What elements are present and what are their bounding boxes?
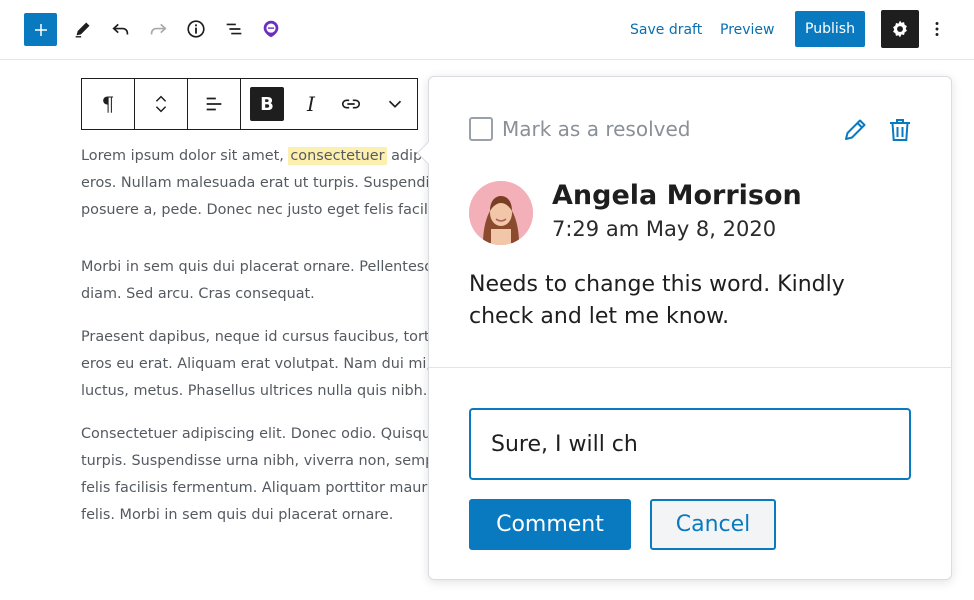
pencil-icon [845,119,866,140]
align-left-icon [206,97,222,111]
resolve-label[interactable]: Mark as a resolved [502,117,690,141]
move-up-down-icon [155,95,167,113]
tools-button[interactable] [68,14,98,44]
delete-comment-button[interactable] [885,115,915,145]
details-button[interactable] [181,14,211,44]
link-button[interactable] [329,79,373,129]
align-button[interactable] [188,79,240,129]
reply-input[interactable] [469,408,911,480]
alignment-group [188,79,241,129]
preview-button[interactable]: Preview [720,18,775,42]
comment-timestamp: 7:29 am May 8, 2020 [552,217,777,241]
chevron-down-icon [388,100,402,108]
resolve-checkbox[interactable] [469,117,493,141]
publish-button[interactable]: Publish [795,11,865,47]
resolve-row: Mark as a resolved [469,117,690,141]
formatting-group: B I [241,79,417,129]
comment-popover: Mark as a resolved Angela Morrison 7:29 … [416,76,952,580]
block-type-group: ¶ [82,79,135,129]
paragraph-block-button[interactable]: ¶ [82,79,134,129]
undo-icon [112,23,129,35]
more-vertical-icon [935,22,939,36]
comment-submit-button[interactable]: Comment [469,499,631,550]
save-draft-button[interactable]: Save draft [630,18,702,42]
user-avatar-image [469,181,533,245]
pencil-icon [75,22,90,38]
redo-button[interactable] [143,14,173,44]
italic-button[interactable]: I [293,79,329,129]
comment-author: Angela Morrison [552,180,802,211]
trash-icon [890,119,910,141]
more-options-button[interactable] [926,14,948,44]
settings-button[interactable] [881,10,919,48]
edit-comment-button[interactable] [840,115,870,145]
list-view-icon [226,23,242,35]
bold-button[interactable]: B [250,87,284,121]
info-icon [187,20,205,38]
comment-text: Needs to change this word. Kindly check … [469,272,845,329]
block-mover-group [135,79,188,129]
commented-text-highlight[interactable]: consectetuer [288,147,387,165]
comments-button[interactable] [256,14,286,44]
redo-icon [150,23,167,35]
cancel-button[interactable]: Cancel [650,499,776,550]
gear-icon [893,20,907,38]
link-icon [341,99,361,109]
more-formatting-button[interactable] [373,79,417,129]
list-view-button[interactable] [219,14,249,44]
plus-icon [34,23,47,36]
add-block-button[interactable] [24,13,57,46]
undo-button[interactable] [106,14,136,44]
paragraph-icon: ¶ [101,92,115,116]
block-toolbar: ¶ B I [81,78,418,130]
comment-icon [263,20,279,38]
divider [429,367,951,368]
move-block-button[interactable] [135,79,187,129]
editor-top-toolbar: Save draft Preview Publish [0,0,974,60]
avatar [469,181,533,245]
